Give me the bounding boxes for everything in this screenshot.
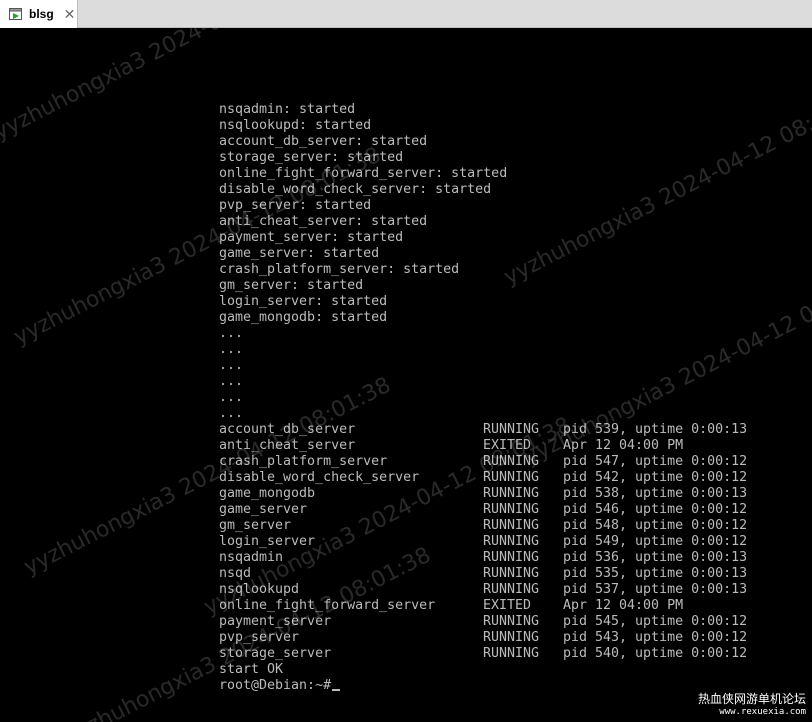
start-line: crash_platform_server: started xyxy=(219,262,460,277)
process-name: nsqd xyxy=(219,566,252,581)
process-info: pid 535, uptime 0:00:13 xyxy=(563,566,748,581)
process-state: RUNNING xyxy=(483,534,540,549)
process-info: pid 539, uptime 0:00:13 xyxy=(563,422,748,437)
status-row: crash_platform_server RUNNING pid 547, upt… xyxy=(219,454,747,470)
status-row: game_server RUNNING pid 546, uptime 0:00:1… xyxy=(219,502,747,518)
process-name: disable_word_check_server xyxy=(219,470,420,485)
start-line: storage_server: started xyxy=(219,150,404,165)
process-info: pid 542, uptime 0:00:12 xyxy=(563,470,748,485)
status-row: payment_server RUNNING pid 545, uptime 0:0… xyxy=(219,614,747,630)
process-state: EXITED xyxy=(483,598,532,613)
tab-label: blsg xyxy=(29,7,54,21)
shell-prompt: root@Debian:~# xyxy=(219,678,332,693)
tab-blsg[interactable]: blsg ✕ xyxy=(0,0,78,28)
process-info: Apr 12 04:00 PM xyxy=(563,438,684,453)
process-info: pid 543, uptime 0:00:12 xyxy=(563,630,748,645)
text-cursor xyxy=(332,689,341,691)
process-name: account_db_server xyxy=(219,422,356,437)
status-row: storage_server RUNNING pid 540, uptime 0:0… xyxy=(219,646,747,662)
start-line: account_db_server: started xyxy=(219,134,428,149)
start-line: game_server: started xyxy=(219,246,380,261)
tab-bar: blsg ✕ xyxy=(0,0,812,28)
process-info: pid 549, uptime 0:00:12 xyxy=(563,534,748,549)
process-state: RUNNING xyxy=(483,502,540,517)
status-row: disable_word_check_server RUNNING pid 542,… xyxy=(219,470,747,486)
status-row: game_mongodb RUNNING pid 538, uptime 0:00:… xyxy=(219,486,747,502)
status-row: nsqadmin RUNNING pid 536, uptime 0:00:13 xyxy=(219,550,747,566)
start-line: disable_word_check_server: started xyxy=(219,182,492,197)
process-state: RUNNING xyxy=(483,646,540,661)
terminal-output: nsqadmin: started nsqlookupd: started acco… xyxy=(219,102,747,694)
process-info: pid 536, uptime 0:00:13 xyxy=(563,550,748,565)
process-name: game_mongodb xyxy=(219,486,316,501)
process-name: pvp_server xyxy=(219,630,300,645)
process-name: login_server xyxy=(219,534,316,549)
process-info: pid 546, uptime 0:00:12 xyxy=(563,502,748,517)
start-line: nsqlookupd: started xyxy=(219,118,372,133)
process-info: pid 548, uptime 0:00:12 xyxy=(563,518,748,533)
process-name: nsqlookupd xyxy=(219,582,300,597)
process-name: payment_server xyxy=(219,614,332,629)
status-row: online_fight_forward_server EXITED Apr 12 … xyxy=(219,598,683,614)
process-name: gm_server xyxy=(219,518,292,533)
process-state: RUNNING xyxy=(483,470,540,485)
process-info: pid 545, uptime 0:00:12 xyxy=(563,614,748,629)
process-name: nsqadmin xyxy=(219,550,284,565)
process-info: pid 537, uptime 0:00:13 xyxy=(563,582,748,597)
process-name: online_fight_forward_server xyxy=(219,598,436,613)
status-row: gm_server RUNNING pid 548, uptime 0:00:12 xyxy=(219,518,747,534)
process-info: pid 547, uptime 0:00:12 xyxy=(563,454,748,469)
start-line: game_mongodb: started xyxy=(219,310,388,325)
process-name: storage_server xyxy=(219,646,332,661)
process-state: RUNNING xyxy=(483,486,540,501)
status-row: nsqlookupd RUNNING pid 537, uptime 0:00:13 xyxy=(219,582,747,598)
ellipsis-line: ... xyxy=(219,358,244,373)
process-info: pid 540, uptime 0:00:12 xyxy=(563,646,748,661)
watermark-text: yyzhuhongxia3 2024-04-12 08:01:38 xyxy=(500,82,812,291)
start-line: nsqadmin: started xyxy=(219,102,356,117)
process-state: RUNNING xyxy=(483,614,540,629)
site-logo-url: www.rexuexia.com xyxy=(719,707,806,717)
status-row: nsqd RUNNING pid 535, uptime 0:00:13 xyxy=(219,566,747,582)
ellipsis-line: ... xyxy=(219,390,244,405)
start-line: online_fight_forward_server: started xyxy=(219,166,508,181)
ellipsis-line: ... xyxy=(219,406,244,421)
site-logo-name: 热血侠网游单机论坛 xyxy=(697,692,806,706)
process-state: RUNNING xyxy=(483,550,540,565)
process-state: RUNNING xyxy=(483,582,540,597)
status-row: login_server RUNNING pid 549, uptime 0:00:… xyxy=(219,534,747,550)
ellipsis-line: ... xyxy=(219,342,244,357)
process-state: RUNNING xyxy=(483,454,540,469)
site-logo: 热血侠网游单机论坛 www.rexuexia.com xyxy=(698,691,806,718)
process-state: EXITED xyxy=(483,438,532,453)
start-line: gm_server: started xyxy=(219,278,364,293)
start-line: pvp_server: started xyxy=(219,198,372,213)
start-line: anti_cheat_server: started xyxy=(219,214,428,229)
app-window: blsg ✕ nsqadmin: started nsqlookupd: star… xyxy=(0,0,812,722)
terminal-window-icon xyxy=(9,7,23,21)
close-icon[interactable]: ✕ xyxy=(64,7,76,21)
process-name: game_server xyxy=(219,502,308,517)
process-state: RUNNING xyxy=(483,518,540,533)
start-line: login_server: started xyxy=(219,294,388,309)
start-line: payment_server: started xyxy=(219,230,404,245)
result-line: start OK xyxy=(219,662,284,677)
ellipsis-line: ... xyxy=(219,374,244,389)
ellipsis-line: ... xyxy=(219,326,244,341)
process-state: RUNNING xyxy=(483,422,540,437)
status-row: pvp_server RUNNING pid 543, uptime 0:00:12 xyxy=(219,630,747,646)
status-row: account_db_server RUNNING pid 539, uptime … xyxy=(219,422,747,438)
process-name: anti_cheat_server xyxy=(219,438,356,453)
process-info: Apr 12 04:00 PM xyxy=(563,598,684,613)
terminal-console[interactable]: nsqadmin: started nsqlookupd: started acco… xyxy=(0,28,812,722)
process-name: crash_platform_server xyxy=(219,454,388,469)
process-state: RUNNING xyxy=(483,566,540,581)
prompt-line[interactable]: root@Debian:~# xyxy=(219,678,507,694)
process-info: pid 538, uptime 0:00:13 xyxy=(563,486,748,501)
status-row: anti_cheat_server EXITED Apr 12 04:00 PM xyxy=(219,438,683,454)
process-state: RUNNING xyxy=(483,630,540,645)
